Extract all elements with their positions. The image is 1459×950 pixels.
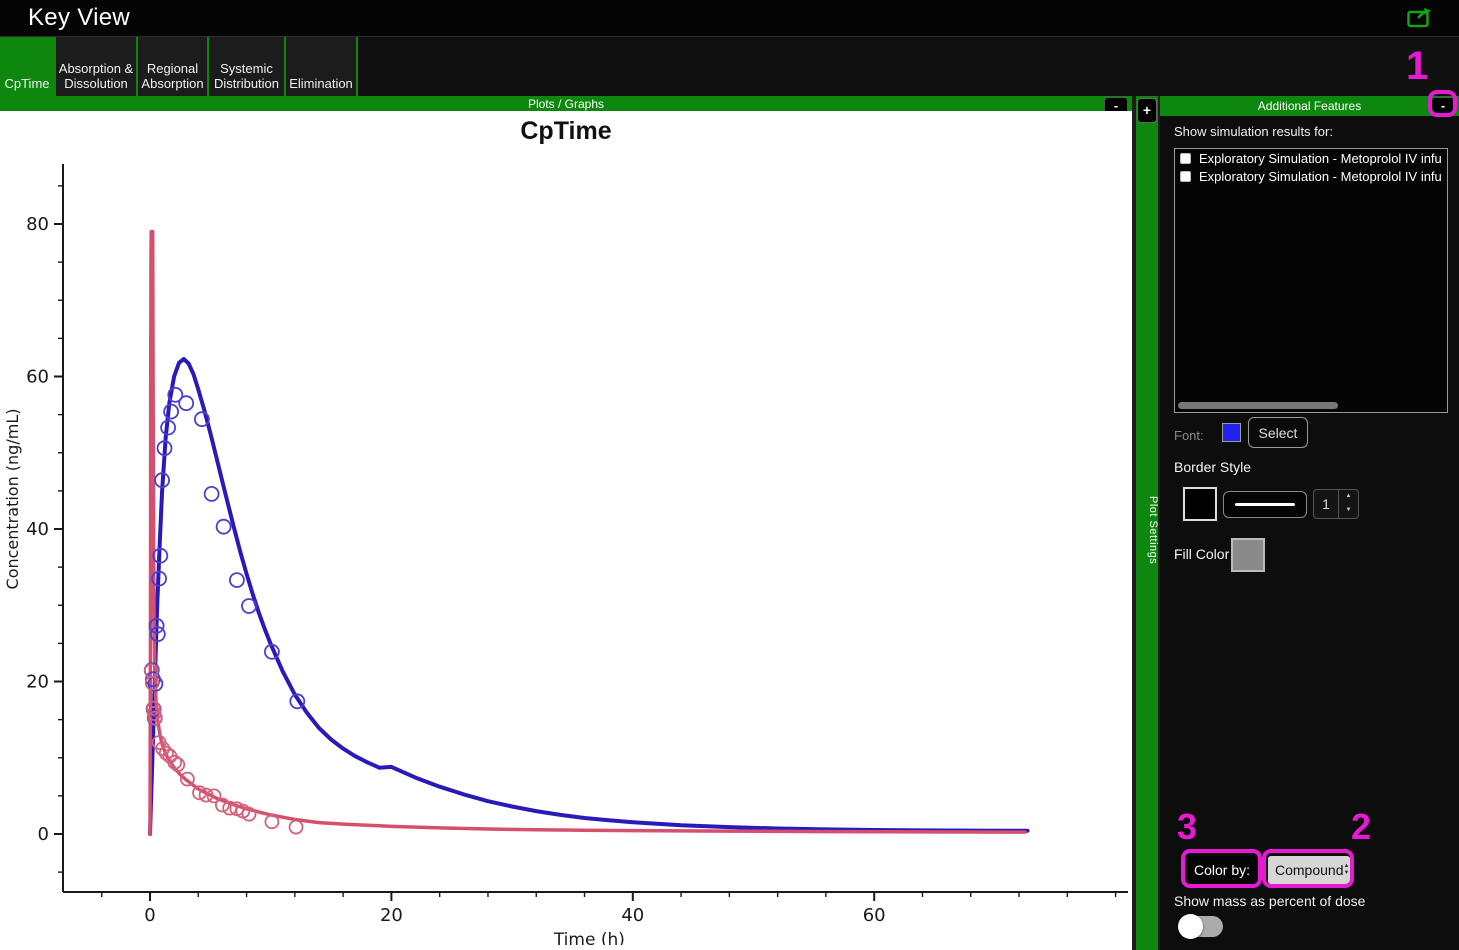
svg-text:20: 20: [26, 672, 49, 693]
tab-bar: CpTime Absorption & Dissolution Regional A…: [0, 36, 1459, 96]
font-color-swatch[interactable]: [1222, 423, 1241, 442]
tab-cptime[interactable]: CpTime: [0, 37, 56, 96]
plot-title: CpTime: [520, 117, 612, 145]
show-mass-toggle[interactable]: [1178, 914, 1223, 939]
svg-text:60: 60: [26, 367, 49, 388]
cp-time-chart: 0 20 40 60 Time (h) 0 20 40 60 80 Concentration (n…: [3, 164, 1128, 950]
result-checkbox[interactable]: [1180, 152, 1191, 164]
show-mass-label: Show mass as percent of dose: [1174, 893, 1366, 909]
fill-color-label: Fill Color: [1174, 546, 1230, 562]
border-color-swatch[interactable]: [1183, 487, 1217, 521]
tab-systemic-distribution[interactable]: Systemic Distribution: [209, 37, 286, 96]
simulation-result-item[interactable]: Exploratory Simulation - Metoprolol IV i…: [1175, 149, 1447, 167]
result-checkbox[interactable]: [1180, 170, 1191, 182]
svg-text:80: 80: [26, 214, 49, 235]
spinner-up-icon[interactable]: ▲: [1339, 490, 1358, 504]
border-line-style-picker[interactable]: [1223, 491, 1307, 518]
plot-settings-tab[interactable]: Plot Settings: [1137, 496, 1159, 564]
additional-features-collapse-button[interactable]: -: [1431, 97, 1455, 115]
additional-features-panel: Additional Features - Show simulation re…: [1160, 96, 1459, 950]
plots-graphs-header: Plots / Graphs -: [0, 96, 1132, 115]
border-style-label: Border Style: [1174, 459, 1252, 475]
line-style-preview: [1235, 503, 1295, 506]
tab-absorption-dissolution[interactable]: Absorption & Dissolution: [56, 37, 138, 96]
font-label: Font:: [1174, 428, 1204, 443]
simulation-results-list[interactable]: Exploratory Simulation - Metoprolol IV i…: [1174, 148, 1448, 413]
plot-area: CpTime 0 20 40 60 Time (h) 0 20 40 60 80 Concentra…: [0, 111, 1132, 950]
color-by-dropdown-value: Compound: [1275, 862, 1344, 878]
plots-graphs-header-label: Plots / Graphs: [527, 96, 605, 111]
simulation-result-item[interactable]: Exploratory Simulation - Metoprolol IV i…: [1175, 167, 1447, 185]
export-icon[interactable]: [1407, 7, 1433, 28]
svg-text:0: 0: [144, 905, 155, 926]
spinner-down-icon[interactable]: ▼: [1339, 504, 1358, 518]
plots-graphs-panel: Plots / Graphs - CpTime 0 20 40 60 Time (h) 0…: [0, 96, 1132, 950]
dropdown-arrows-icon: ▲ ▼: [1343, 863, 1350, 876]
tab-regional-absorption[interactable]: Regional Absorption: [138, 37, 209, 96]
additional-features-header: Additional Features -: [1160, 96, 1459, 116]
additional-features-header-label: Additional Features: [1257, 99, 1362, 113]
show-results-label: Show simulation results for:: [1174, 124, 1333, 139]
border-width-spinner[interactable]: 1 ▲ ▼: [1313, 489, 1359, 519]
horizontal-scrollbar[interactable]: [1178, 402, 1338, 409]
result-label: Exploratory Simulation - Metoprolol IV i…: [1199, 168, 1442, 184]
svg-text:60: 60: [863, 905, 886, 926]
toggle-knob: [1178, 914, 1203, 939]
svg-text:20: 20: [380, 905, 403, 926]
tab-elimination[interactable]: Elimination: [286, 37, 358, 96]
border-width-value: 1: [1322, 496, 1330, 512]
annotation-number-3: 3: [1177, 806, 1198, 847]
title-bar: Key View: [0, 0, 1459, 36]
color-by-dropdown[interactable]: Compound ▲ ▼: [1268, 856, 1350, 884]
svg-text:40: 40: [26, 519, 49, 540]
annotation-number-1: 1: [1406, 44, 1429, 88]
window-title: Key View: [28, 4, 131, 31]
font-select-button[interactable]: Select: [1248, 417, 1308, 448]
plots-expand-button[interactable]: +: [1137, 98, 1157, 123]
svg-text:0: 0: [38, 824, 49, 845]
plot-settings-strip-column: + Plot Settings: [1132, 96, 1160, 950]
svg-text:Concentration (ng/mL): Concentration (ng/mL): [3, 409, 22, 590]
svg-text:Time (h): Time (h): [553, 930, 625, 945]
result-label: Exploratory Simulation - Metoprolol IV i…: [1199, 150, 1442, 166]
fill-color-swatch[interactable]: [1231, 538, 1265, 572]
annotation-number-2: 2: [1351, 806, 1372, 847]
svg-text:40: 40: [621, 905, 644, 926]
color-by-button[interactable]: Color by:: [1186, 856, 1258, 884]
